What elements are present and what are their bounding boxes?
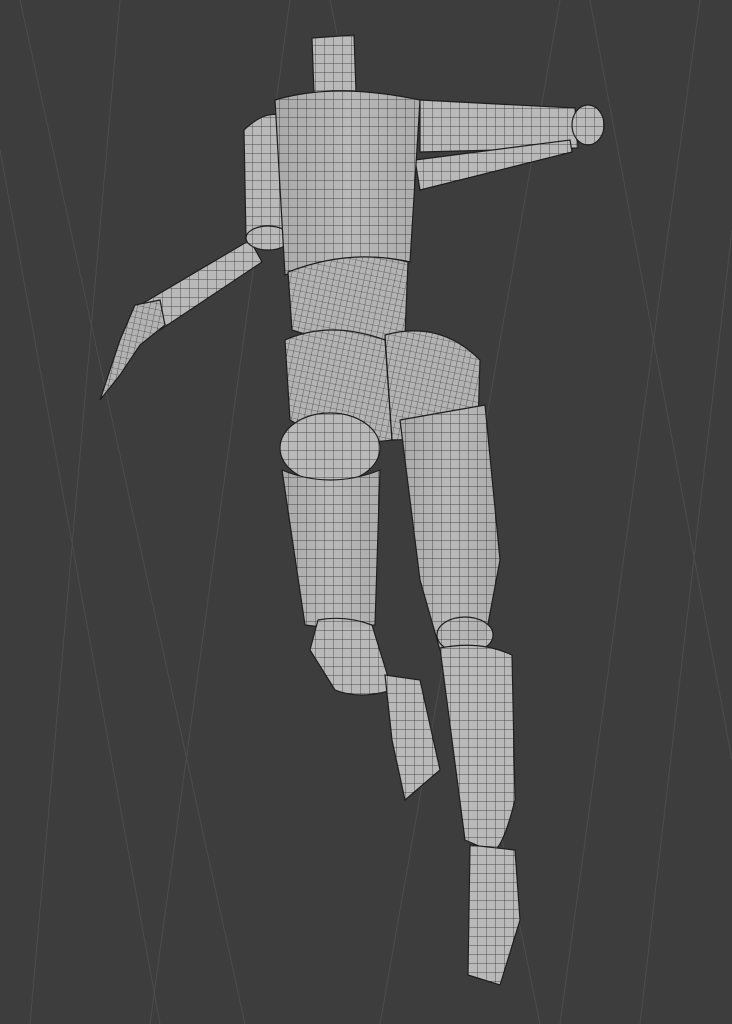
3d-viewport[interactable] <box>0 0 732 1024</box>
mesh-upper-torso <box>274 90 421 276</box>
mesh-left-thigh-ball <box>279 412 381 484</box>
mesh-neck <box>311 34 357 95</box>
viewport-canvas[interactable] <box>0 0 732 1024</box>
mesh-right-thigh <box>399 404 501 651</box>
mesh-waist <box>287 256 409 343</box>
mesh-right-shin <box>439 644 516 852</box>
mesh-left-shin <box>309 617 393 696</box>
mesh-left-foot <box>384 674 441 802</box>
mesh-right-shoulder-ball <box>571 104 605 146</box>
mesh-left-hand <box>99 299 166 401</box>
mesh-right-foot <box>467 844 521 986</box>
mesh-left-thigh <box>281 469 381 629</box>
